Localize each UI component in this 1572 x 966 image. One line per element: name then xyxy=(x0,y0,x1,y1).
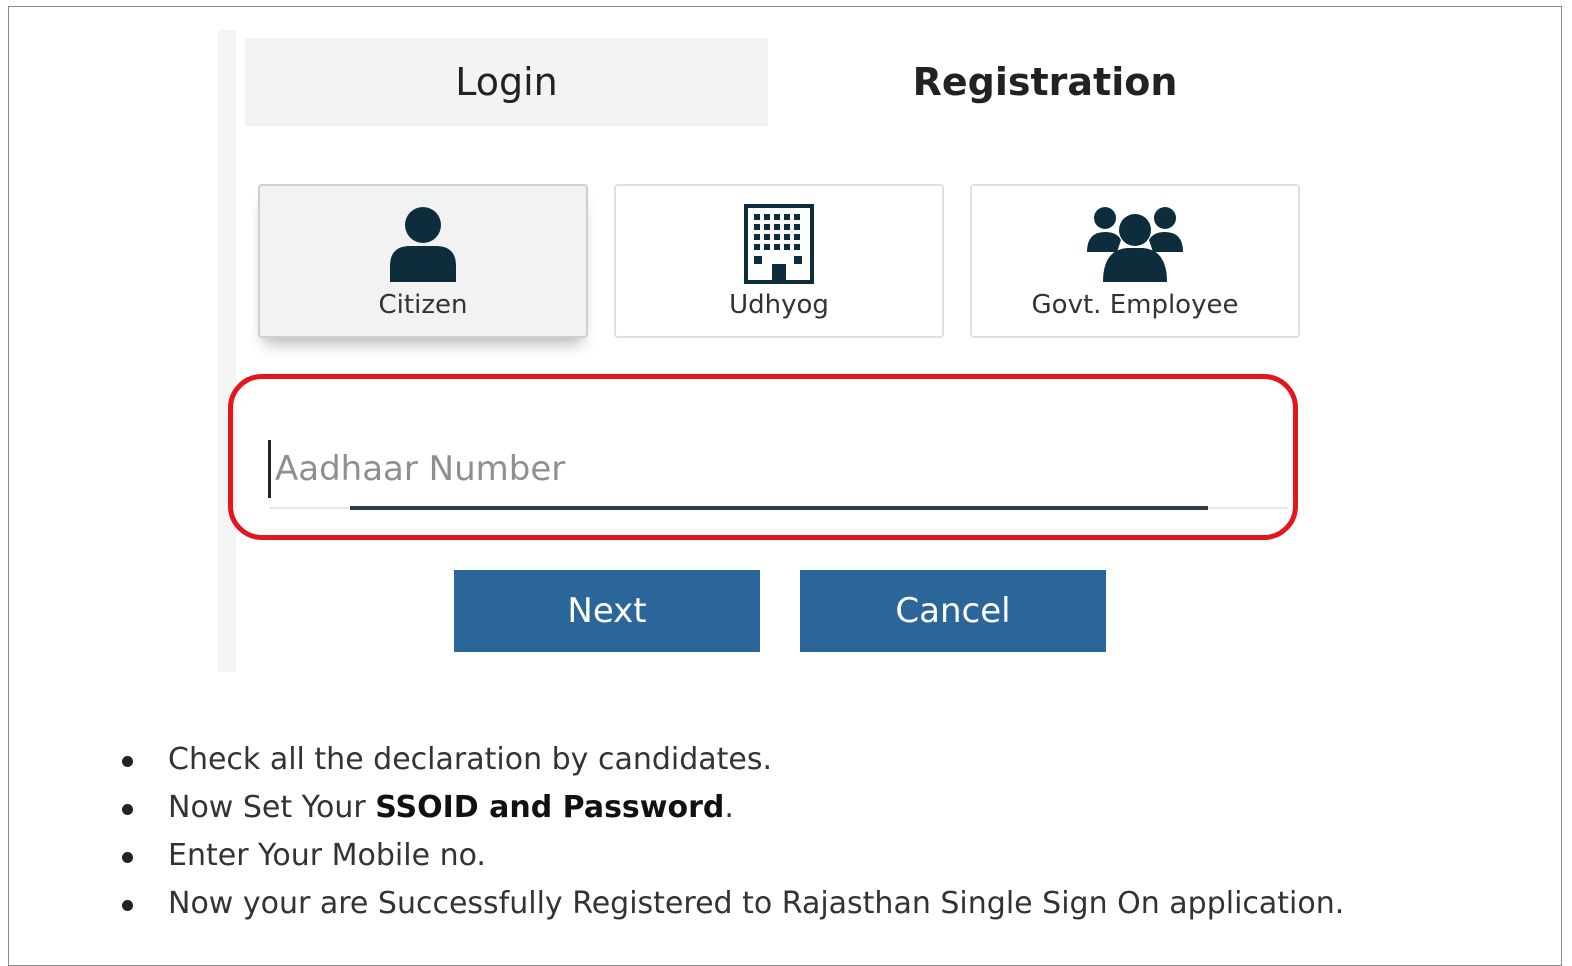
list-item: Check all the declaration by candidates. xyxy=(118,736,1344,784)
panel-left-edge xyxy=(218,30,236,672)
list-item-text: Check all the declaration by candidates. xyxy=(168,742,773,777)
aadhaar-number-input[interactable] xyxy=(268,440,1288,498)
user-type-label: Udhyog xyxy=(729,290,829,320)
list-item-text: Now Set Your xyxy=(168,790,376,825)
list-item-text: Now your are Successfully Registered to … xyxy=(168,886,1345,921)
list-item: Enter Your Mobile no. xyxy=(118,832,1344,880)
user-type-label: Govt. Employee xyxy=(1031,290,1239,320)
cancel-button[interactable]: Cancel xyxy=(800,570,1106,652)
user-type-citizen[interactable]: Citizen xyxy=(258,184,588,338)
tab-registration[interactable]: Registration xyxy=(780,38,1310,126)
building-icon xyxy=(616,204,942,284)
users-group-icon xyxy=(972,204,1298,284)
user-type-label: Citizen xyxy=(378,290,468,320)
user-type-govt-employee[interactable]: Govt. Employee xyxy=(970,184,1300,338)
tab-login[interactable]: Login xyxy=(245,38,768,126)
next-button[interactable]: Next xyxy=(454,570,760,652)
list-item: Now Set Your SSOID and Password. xyxy=(118,784,1344,832)
input-focus-underline xyxy=(350,506,1208,510)
list-item-text: Enter Your Mobile no. xyxy=(168,838,486,873)
list-item-text: . xyxy=(724,790,734,825)
list-item-bold-text: SSOID and Password xyxy=(375,790,725,825)
list-item: Now your are Successfully Registered to … xyxy=(118,880,1344,928)
user-icon xyxy=(260,204,586,282)
instructions-list: Check all the declaration by candidates.… xyxy=(118,736,1344,928)
user-type-udhyog[interactable]: Udhyog xyxy=(614,184,944,338)
